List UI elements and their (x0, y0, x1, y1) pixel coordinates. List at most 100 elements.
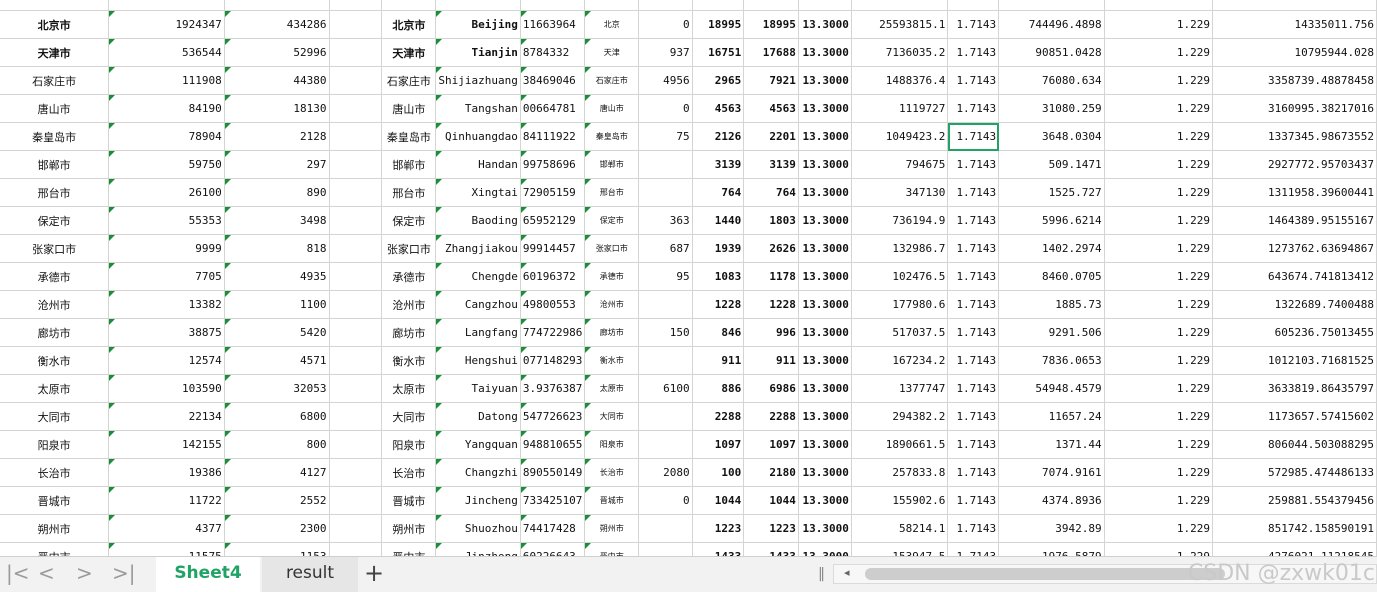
table-cell[interactable]: 911 (692, 346, 745, 375)
prev-sheet-icon[interactable]: < (38, 561, 55, 585)
table-cell[interactable]: 294382.2 (851, 402, 949, 431)
table-cell[interactable]: 1.229 (1104, 94, 1214, 123)
table-cell[interactable]: 衡水市 (0, 346, 110, 375)
table-cell[interactable] (329, 206, 383, 235)
table-cell[interactable]: 90851.0428 (998, 38, 1105, 67)
table-cell[interactable]: 沧州市 (381, 290, 437, 319)
table-cell[interactable]: 1464389.95155167 (1212, 206, 1377, 235)
table-cell[interactable]: 800 (224, 430, 330, 459)
table-cell[interactable]: 1.7143 (947, 458, 1000, 487)
table-cell[interactable]: 7921 (743, 66, 799, 95)
table-cell[interactable]: 103590 (108, 374, 225, 403)
table-cell[interactable]: 承德市 (381, 262, 437, 291)
table-cell[interactable]: 363 (638, 206, 693, 235)
table-cell[interactable]: 太原市 (0, 374, 110, 403)
table-cell[interactable]: 1.7143 (947, 66, 1000, 95)
table-cell[interactable]: 长治市 (381, 458, 437, 487)
table-cell[interactable]: 38469046 (520, 66, 586, 95)
table-cell[interactable]: 13.3000 (798, 150, 852, 179)
table-cell[interactable]: 3942.89 (998, 514, 1105, 543)
first-sheet-icon[interactable]: |< (6, 561, 30, 585)
table-cell[interactable]: 长治市 (584, 458, 640, 487)
table-cell[interactable]: 1924347 (108, 10, 225, 39)
table-cell[interactable] (638, 346, 693, 375)
table-cell[interactable]: 4377 (108, 514, 225, 543)
table-cell[interactable]: 邯郸市 (381, 150, 437, 179)
table-cell[interactable]: 张家口市 (381, 234, 437, 263)
table-cell[interactable]: 1.7143 (947, 374, 1000, 403)
table-cell[interactable]: 1228 (743, 290, 799, 319)
table-cell[interactable]: 1.229 (1104, 458, 1214, 487)
table-cell[interactable]: 1049423.2 (851, 122, 949, 151)
table-cell[interactable]: 890 (224, 178, 330, 207)
table-cell[interactable]: 153947.5 (851, 542, 949, 556)
table-cell[interactable]: 1.7143 (947, 430, 1000, 459)
table-cell[interactable]: 3139 (692, 150, 745, 179)
table-cell[interactable]: 31080.259 (998, 94, 1105, 123)
table-cell[interactable]: 3498 (224, 206, 330, 235)
table-cell[interactable]: 1119727 (851, 94, 949, 123)
table-cell[interactable]: 唐山市 (0, 94, 110, 123)
table-cell[interactable]: 3160995.38217016 (1212, 94, 1377, 123)
table-cell[interactable]: 58214.1 (851, 514, 949, 543)
table-cell[interactable]: 00664781 (520, 94, 586, 123)
header-cell[interactable] (998, 0, 1105, 11)
table-cell[interactable]: 509.1471 (998, 150, 1105, 179)
table-cell[interactable]: 347130 (851, 178, 949, 207)
table-cell[interactable]: Baoding (435, 206, 521, 235)
table-cell[interactable]: 1.229 (1104, 430, 1214, 459)
table-cell[interactable] (638, 430, 693, 459)
table-cell[interactable]: 大同市 (381, 402, 437, 431)
table-cell[interactable]: 65952129 (520, 206, 586, 235)
table-cell[interactable]: 承德市 (0, 262, 110, 291)
spreadsheet-grid[interactable]: 北京市 1924347 434286 北京市 Beijing 11663964 北京 0 189… (0, 0, 1377, 556)
table-cell[interactable]: 13.3000 (798, 206, 852, 235)
header-cell[interactable] (381, 0, 437, 11)
table-cell[interactable]: 100 (692, 458, 745, 487)
table-cell[interactable]: 天津 (584, 38, 640, 67)
table-cell[interactable] (329, 542, 383, 556)
table-cell[interactable]: Chengde (435, 262, 521, 291)
table-cell[interactable]: 北京市 (0, 10, 110, 39)
table-cell[interactable] (329, 430, 383, 459)
table-cell[interactable]: 保定市 (0, 206, 110, 235)
table-cell[interactable]: 2201 (743, 122, 799, 151)
split-handle-icon[interactable]: ‖ (818, 566, 825, 582)
table-cell[interactable]: 长治市 (0, 458, 110, 487)
table-cell[interactable]: 承德市 (584, 262, 640, 291)
table-cell[interactable]: 13.3000 (798, 290, 852, 319)
table-cell[interactable]: 廊坊市 (381, 318, 437, 347)
table-cell[interactable]: 4956 (638, 66, 693, 95)
table-cell[interactable]: 44380 (224, 66, 330, 95)
table-cell[interactable]: 1433 (692, 542, 745, 556)
table-cell[interactable]: 7705 (108, 262, 225, 291)
table-cell[interactable]: 3648.0304 (998, 122, 1105, 151)
table-cell[interactable]: 19386 (108, 458, 225, 487)
table-cell[interactable]: 0 (638, 10, 693, 39)
table-cell[interactable]: 晋中市 (0, 542, 110, 556)
table-cell[interactable]: 朔州市 (584, 514, 640, 543)
table-cell[interactable]: 12574 (108, 346, 225, 375)
table-cell[interactable] (329, 514, 383, 543)
table-cell[interactable] (329, 290, 383, 319)
table-cell[interactable]: 297 (224, 150, 330, 179)
table-cell[interactable]: 1273762.63694867 (1212, 234, 1377, 263)
table-cell[interactable]: 1322689.7400488 (1212, 290, 1377, 319)
table-cell[interactable]: 764 (692, 178, 745, 207)
table-cell[interactable] (329, 94, 383, 123)
table-cell[interactable]: 6986 (743, 374, 799, 403)
table-cell[interactable]: 142155 (108, 430, 225, 459)
table-cell[interactable]: 572985.474486133 (1212, 458, 1377, 487)
table-cell[interactable]: 2288 (743, 402, 799, 431)
table-cell[interactable] (329, 10, 383, 39)
table-cell[interactable]: 8784332 (520, 38, 586, 67)
table-cell[interactable]: 朔州市 (381, 514, 437, 543)
table-cell[interactable]: 14335011.756 (1212, 10, 1377, 39)
table-cell[interactable]: 1223 (743, 514, 799, 543)
table-cell[interactable] (329, 122, 383, 151)
header-cell[interactable] (329, 0, 383, 11)
table-cell[interactable]: Jinzhong (435, 542, 521, 556)
table-cell[interactable]: 11722 (108, 486, 225, 515)
table-cell[interactable]: 13.3000 (798, 374, 852, 403)
header-cell[interactable] (520, 0, 586, 11)
